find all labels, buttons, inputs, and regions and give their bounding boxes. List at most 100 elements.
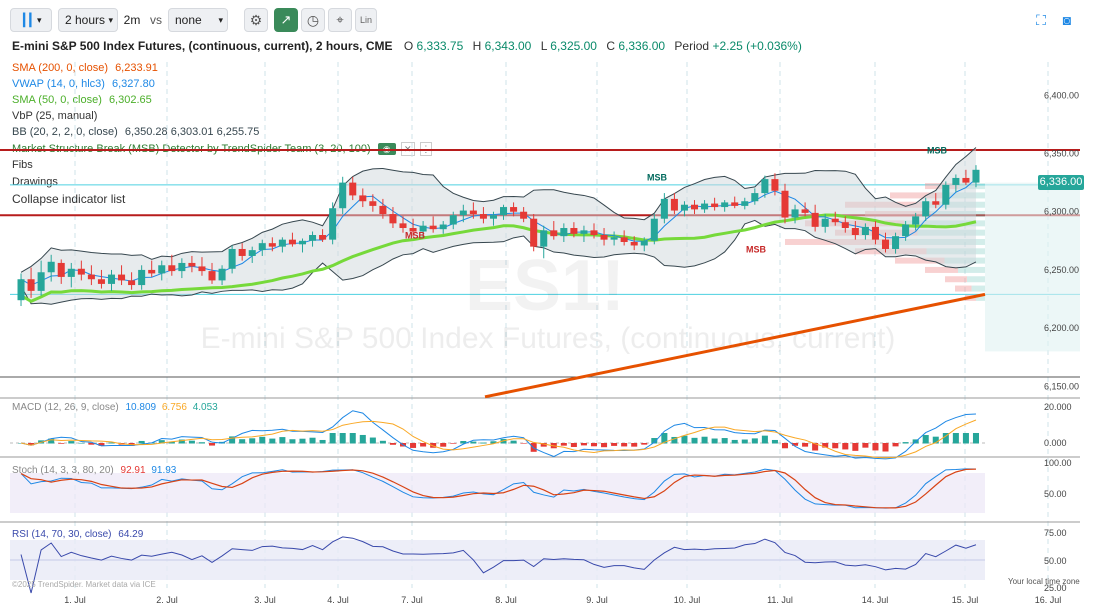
legend-sma200[interactable]: SMA (200, 0, close) 6,233.91 [12, 62, 158, 74]
macd-histogram-bar [872, 443, 879, 451]
open-value: 6,333.75 [416, 39, 464, 53]
vbp-bar [931, 211, 985, 218]
collapse-indicator-list[interactable]: Collapse indicator list [12, 192, 125, 206]
close-icon[interactable]: ✕ [400, 142, 415, 156]
candle-body [399, 223, 407, 229]
vwap-value: 6,327.80 [112, 78, 155, 90]
macd-histogram-bar [148, 442, 155, 444]
vs-label: vs [150, 13, 162, 27]
crosshair-button[interactable]: ⌖ [328, 8, 352, 32]
candlestick-icon: ┃┃ [20, 13, 34, 27]
vbp-bar [917, 229, 985, 236]
candle-body [37, 272, 45, 291]
sma50-line [20, 213, 977, 303]
macd-histogram-bar [691, 437, 698, 444]
macd-histogram-bar [279, 437, 286, 444]
macd-legend[interactable]: MACD (12, 26, 9, close) 10.809 6.756 4.0… [12, 402, 218, 413]
last-price-badge: 6,336.00 [1038, 175, 1084, 190]
candle-body [952, 177, 960, 185]
candle-body [771, 179, 779, 191]
rsi-label: RSI (14, 70, 30, close) [12, 529, 112, 540]
candle-body [801, 209, 809, 213]
sma200-line [484, 292, 986, 399]
candle-body [851, 228, 859, 235]
macd-histogram-bar [510, 440, 517, 444]
legend-bb[interactable]: BB (20, 2, 2, 0, close) 6,350.28 6,303.0… [12, 126, 259, 138]
replay-clock-button[interactable]: ◷ [301, 8, 325, 32]
vbp-bar [895, 238, 985, 245]
compare-select[interactable]: none ▾ [168, 8, 228, 32]
candle-body [298, 240, 307, 245]
msb-label: MSB [405, 230, 426, 240]
settings-gear-button[interactable]: ⚙ [244, 8, 268, 32]
x-tick-label: 15. Jul [952, 595, 979, 605]
chart-canvas[interactable]: 1. Jul 2. Jul 3. Jul 4. Jul 7. Jul 8. Jul 9. J… [0, 0, 1100, 616]
candle-body [359, 195, 367, 202]
interval-multiplier[interactable]: 2m [120, 8, 144, 32]
linear-scale-button[interactable]: Lin [355, 8, 377, 32]
period-value: +2.25 (+0.036%) [712, 39, 802, 53]
more-icon[interactable]: ⋮ [419, 142, 432, 156]
title-row: E-mini S&P 500 Index Futures, (continuou… [12, 39, 802, 53]
candle-body [791, 209, 799, 218]
local-time-zone[interactable]: Your local time zone [1008, 577, 1080, 586]
rsi-line [20, 536, 977, 594]
stoch-legend[interactable]: Stoch (14, 3, 3, 80, 20) 92.91 91.93 [12, 465, 176, 476]
macd-histogram-bar [450, 443, 457, 444]
macd-histogram-bar [440, 443, 447, 447]
high-value: 6,343.00 [484, 39, 532, 53]
candle-body [188, 262, 196, 267]
interval-select[interactable]: 2 hours ▾ [58, 8, 118, 32]
candle-body [258, 243, 266, 251]
macd-histogram-bar [721, 438, 728, 444]
candle-body [309, 235, 317, 241]
legend-vbp[interactable]: VbP (25, manual) [12, 110, 97, 122]
candle-body [469, 210, 477, 215]
macd-hist-value: 4.053 [192, 402, 218, 413]
vbp-bar [805, 220, 904, 227]
price-tick-label: 6,150.00 [1044, 381, 1079, 391]
fullscreen-icon[interactable]: ⛶ [1030, 8, 1052, 32]
macd-histogram-bar [128, 443, 135, 446]
vbp-bar [958, 266, 985, 273]
stoch-tick-label: 50.00 [1044, 489, 1067, 499]
legend-sma50[interactable]: SMA (50, 0, close) 6,302.65 [12, 94, 152, 106]
sma50-value: 6,302.65 [108, 94, 152, 106]
macd-histogram-bar [570, 443, 577, 447]
legend-vwap[interactable]: VWAP (14, 0, hlc3) 6,327.80 [12, 78, 155, 90]
projection-zone [985, 182, 1080, 352]
candle-body [781, 190, 789, 218]
macd-histogram-bar [48, 438, 55, 444]
macd-histogram-bar [912, 439, 919, 444]
candle-body [701, 203, 709, 210]
stoch-d-value: 91.93 [151, 465, 177, 476]
macd-histogram-bar [701, 436, 708, 444]
drawing-tools-button[interactable]: ↗ [274, 8, 298, 32]
x-tick-label: 8. Jul [495, 595, 517, 605]
vbp-bar [976, 294, 985, 301]
rsi-legend[interactable]: RSI (14, 70, 30, close) 64.29 [12, 529, 143, 540]
chevron-down-icon: ▾ [218, 14, 223, 25]
candle-body [97, 279, 105, 284]
candle-body [208, 271, 216, 281]
x-tick-label: 14. Jul [862, 595, 889, 605]
sma200-label: SMA (200, 0, close) [12, 62, 108, 74]
legend-drawings[interactable]: Drawings [12, 176, 58, 188]
macd-histogram-bar [98, 443, 105, 446]
camera-icon[interactable]: ◙ [1056, 8, 1078, 32]
x-tick-label: 10. Jul [674, 595, 701, 605]
price-tick-label: 6,350.00 [1044, 149, 1079, 159]
rsi-value: 64.29 [118, 529, 144, 540]
macd-histogram-bar [540, 443, 547, 447]
candle-body [479, 214, 487, 219]
candle-body [47, 261, 55, 273]
legend-fibs[interactable]: Fibs [12, 159, 33, 171]
x-tick-label: 9. Jul [586, 595, 608, 605]
eye-icon[interactable]: ◉ [377, 143, 396, 155]
macd-histogram-bar [168, 441, 175, 444]
candle-body [238, 248, 246, 256]
chart-type-button[interactable]: ┃┃ ▾ [10, 8, 52, 32]
candle-body [379, 205, 387, 215]
macd-histogram-bar [902, 442, 909, 444]
legend-msb[interactable]: Market Structure Break (MSB) Detector by… [12, 142, 432, 156]
